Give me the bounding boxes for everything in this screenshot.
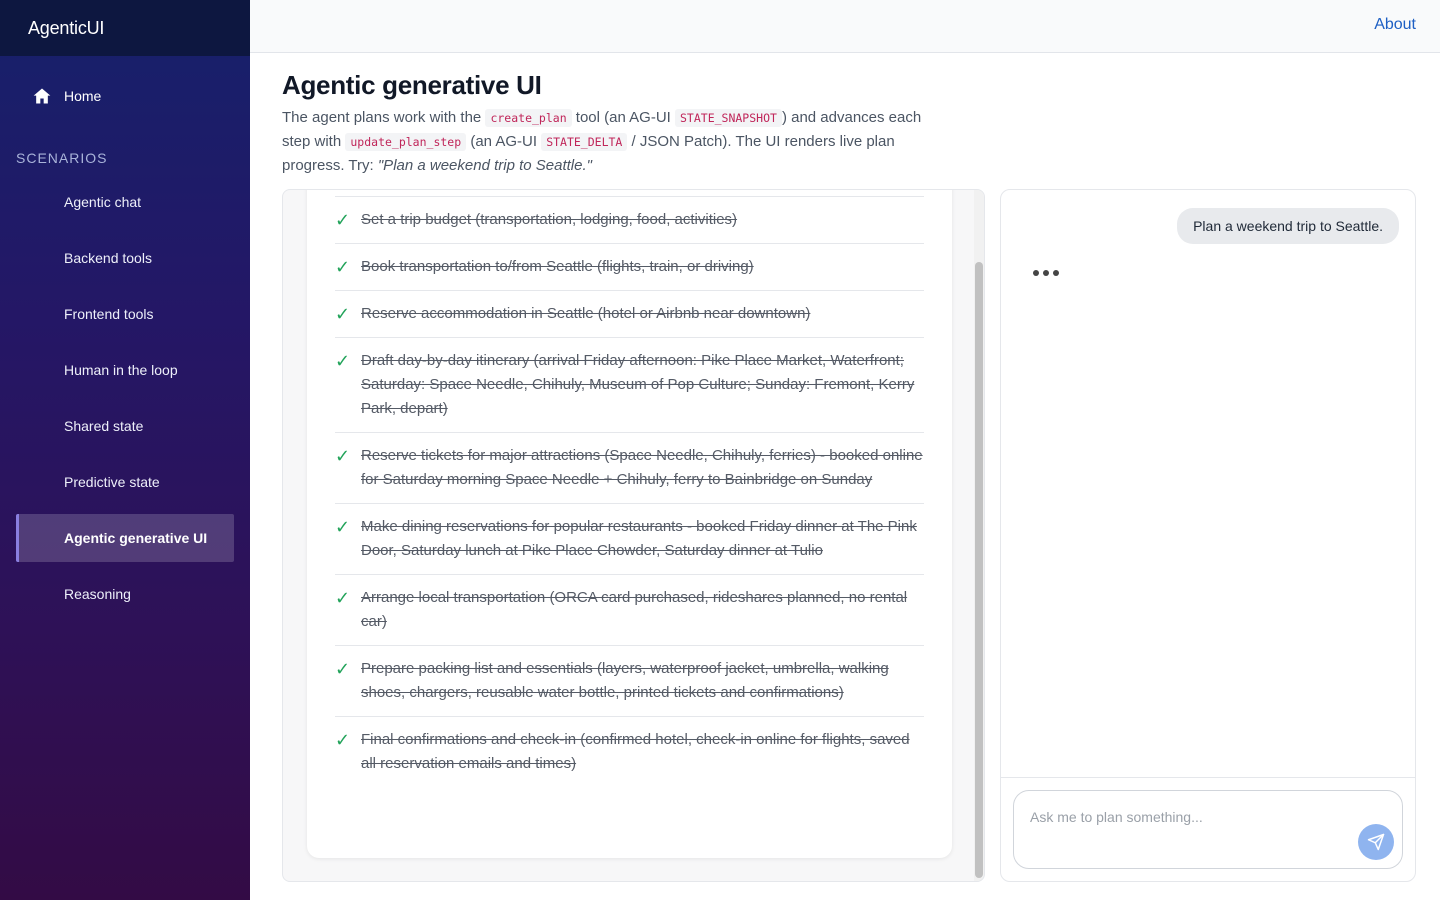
plan-step: ✓ Final confirmations and check-in (confi… [335, 717, 924, 787]
desc-text: The agent plans work with the [282, 109, 486, 126]
chat-input[interactable] [1030, 809, 1350, 825]
plan-step-text: Make dining reservations for popular res… [361, 518, 917, 559]
code-state-snapshot: STATE_SNAPSHOT [675, 109, 782, 127]
check-icon: ✓ [335, 210, 351, 230]
user-message-bubble: Plan a weekend trip to Seattle. [1177, 208, 1399, 244]
sidebar-item-label: Predictive state [64, 474, 160, 490]
sidebar: AgenticUI Home SCENARIOS Agentic chat Ba… [0, 0, 250, 900]
check-icon: ✓ [335, 588, 351, 608]
typing-dot [1043, 270, 1049, 276]
plan-step-text: Final confirmations and check-in (confir… [361, 731, 910, 772]
sidebar-item-label: Agentic chat [64, 194, 142, 210]
brand-logo[interactable]: AgenticUI [0, 0, 250, 56]
chat-divider [1001, 777, 1415, 778]
sidebar-item-backend-tools[interactable]: Backend tools [16, 234, 234, 282]
check-icon: ✓ [335, 351, 351, 371]
plan-step: ✓ Draft day-by-day itinerary (arrival Fri… [335, 338, 924, 433]
sidebar-item-label: Reasoning [64, 586, 131, 602]
sidebar-item-shared-state[interactable]: Shared state [16, 402, 234, 450]
sidebar-item-frontend-tools[interactable]: Frontend tools [16, 290, 234, 338]
check-icon: ✓ [335, 446, 351, 466]
code-create-plan: create_plan [485, 109, 572, 127]
chat-panel: Plan a weekend trip to Seattle. [1000, 189, 1416, 882]
plan-step: ✓ Arrange local transportation (ORCA card… [335, 575, 924, 646]
sidebar-item-agentic-generative-ui[interactable]: Agentic generative UI [16, 514, 234, 562]
plan-steps-list: ✓Research weather forecast for the weeke… [335, 190, 924, 787]
typing-dot [1033, 270, 1039, 276]
plan-step-text: Book transportation to/from Seattle (fli… [361, 258, 754, 275]
plan-step: ✓ Make dining reservations for popular re… [335, 504, 924, 575]
desc-text: tool (an AG-UI [571, 109, 675, 126]
top-bar: About [250, 0, 1440, 53]
plan-step: ✓ Book transportation to/from Seattle (fl… [335, 244, 924, 291]
section-label-scenarios: SCENARIOS [16, 150, 108, 166]
desc-text: (an AG-UI [466, 133, 542, 150]
plan-step-text: Arrange local transportation (ORCA card … [361, 589, 908, 630]
plan-step-text: Reserve tickets for major attractions (S… [361, 447, 923, 488]
sidebar-item-label: Frontend tools [64, 306, 154, 322]
plan-step: ✓ Reserve accommodation in Seattle (hotel… [335, 291, 924, 338]
check-icon: ✓ [335, 659, 351, 679]
check-icon: ✓ [335, 257, 351, 277]
plan-step: ✓ Reserve tickets for major attractions (… [335, 433, 924, 504]
plan-card: ✓Research weather forecast for the weeke… [307, 190, 952, 858]
plan-step: ✓Research weather forecast for the weeke… [335, 190, 924, 197]
check-icon: ✓ [335, 730, 351, 750]
about-link[interactable]: About [1374, 16, 1416, 34]
plan-panel[interactable]: ✓Research weather forecast for the weeke… [282, 189, 985, 882]
home-icon [33, 88, 51, 104]
sidebar-item-human-in-the-loop[interactable]: Human in the loop [16, 346, 234, 394]
plan-step: ✓ Set a trip budget (transportation, lodg… [335, 197, 924, 244]
chat-composer [1013, 790, 1403, 869]
check-icon: ✓ [335, 517, 351, 537]
sidebar-item-label: Human in the loop [64, 362, 178, 378]
sidebar-item-predictive-state[interactable]: Predictive state [16, 458, 234, 506]
page-title: Agentic generative UI [282, 70, 542, 100]
typing-indicator [1033, 270, 1059, 276]
plan-step: ✓ Prepare packing list and essentials (la… [335, 646, 924, 717]
sidebar-item-label: Agentic generative UI [64, 530, 208, 546]
plan-step-text: Reserve accommodation in Seattle (hotel … [361, 305, 811, 322]
plan-step-text: Prepare packing list and essentials (lay… [361, 660, 889, 701]
typing-dot [1053, 270, 1059, 276]
plan-step-text: Set a trip budget (transportation, lodgi… [361, 211, 738, 228]
send-icon [1367, 833, 1385, 851]
sidebar-item-label: Shared state [64, 418, 144, 434]
sidebar-item-home[interactable]: Home [16, 76, 234, 116]
sidebar-item-reasoning[interactable]: Reasoning [16, 570, 234, 618]
send-button[interactable] [1358, 824, 1394, 860]
sidebar-item-label: Home [64, 88, 102, 104]
example-prompt: "Plan a weekend trip to Seattle." [377, 157, 592, 174]
code-update-plan-step: update_plan_step [345, 133, 467, 151]
sidebar-item-label: Backend tools [64, 250, 152, 266]
plan-step-text: Draft day-by-day itinerary (arrival Frid… [361, 352, 915, 417]
check-icon: ✓ [335, 304, 351, 324]
page-description: The agent plans work with the create_pla… [282, 106, 952, 178]
code-state-delta: STATE_DELTA [541, 133, 628, 151]
plan-scrollbar-thumb[interactable] [975, 262, 983, 878]
plan-scrollbar[interactable] [974, 190, 984, 881]
sidebar-item-agentic-chat[interactable]: Agentic chat [16, 178, 234, 226]
